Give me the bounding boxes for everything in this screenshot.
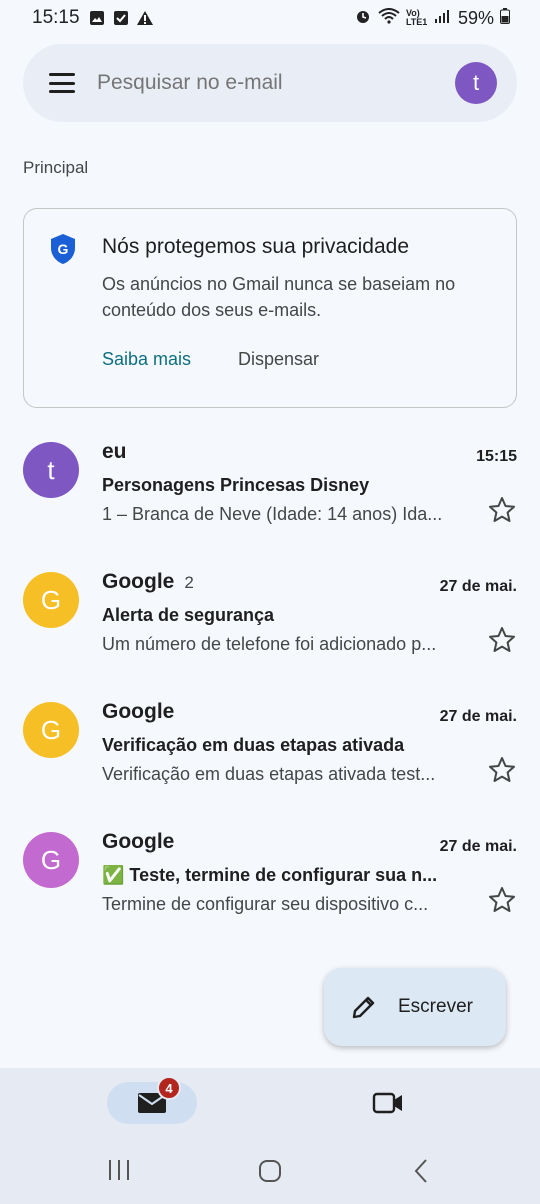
- sender-label: Google: [102, 830, 175, 853]
- search-input[interactable]: [97, 71, 455, 95]
- warning-icon: [136, 9, 154, 27]
- system-nav-bar: [0, 1138, 540, 1204]
- email-row[interactable]: t eu 15:15 Personagens Princesas Disney …: [0, 440, 540, 562]
- sender-name: Google: [102, 830, 184, 854]
- email-subject: Personagens Princesas Disney: [102, 475, 370, 495]
- star-icon[interactable]: [488, 886, 516, 914]
- nav-mail-tab[interactable]: 4: [107, 1076, 197, 1124]
- home-icon[interactable]: [257, 1158, 283, 1184]
- sender-avatar: G: [23, 702, 79, 758]
- sender-avatar: G: [23, 832, 79, 888]
- unread-badge: 4: [157, 1076, 181, 1100]
- email-snippet: 1 – Branca de Neve (Idade: 14 anos) Ida.…: [102, 504, 443, 524]
- sender-name: eu: [102, 440, 137, 464]
- menu-icon[interactable]: [49, 73, 75, 93]
- section-label: Principal: [23, 158, 89, 177]
- privacy-card-description: Os anúncios no Gmail nunca se baseiam no…: [102, 274, 456, 320]
- email-snippet: Verificação em duas etapas ativada test.…: [102, 764, 436, 784]
- email-row[interactable]: G Google 27 de mai. ✅ Teste, termine de …: [0, 830, 540, 952]
- sender-label: Google: [102, 700, 175, 723]
- email-subject: Verificação em duas etapas ativada: [102, 735, 405, 755]
- email-snippet: Um número de telefone foi adicionado p..…: [102, 634, 437, 654]
- sender-name: Google: [102, 700, 184, 724]
- sender-name: Google 2: [102, 570, 194, 594]
- svg-text:G: G: [58, 241, 69, 257]
- video-camera-icon[interactable]: [372, 1088, 404, 1118]
- email-snippet: Termine de configurar seu dispositivo c.…: [102, 894, 429, 914]
- email-subject: ✅ Teste, termine de configurar sua n...: [102, 865, 438, 885]
- star-icon[interactable]: [488, 756, 516, 784]
- sender-avatar: G: [23, 572, 79, 628]
- compose-label: Escrever: [398, 996, 473, 1017]
- email-row[interactable]: G Google 27 de mai. Verificação em duas …: [0, 700, 540, 822]
- bottom-nav: 4: [0, 1068, 540, 1138]
- email-subject: Alerta de segurança: [102, 605, 275, 625]
- thread-count: 2: [184, 573, 194, 592]
- shield-icon: G: [51, 234, 75, 264]
- pencil-icon: [352, 996, 375, 1019]
- status-bar: 15:15 Vo) LTE1 59%: [0, 0, 540, 36]
- email-row[interactable]: G Google 2 27 de mai. Alerta de segurança…: [0, 570, 540, 692]
- email-date: 15:15: [476, 448, 517, 465]
- privacy-card-title: Nós protegemos sua privacidade: [102, 235, 410, 258]
- dismiss-button[interactable]: Dispensar: [238, 349, 319, 370]
- account-avatar[interactable]: t: [455, 62, 497, 104]
- status-time: 15:15: [32, 7, 80, 28]
- wifi-icon: [378, 7, 400, 29]
- network-label: Vo) LTE1: [405, 8, 428, 27]
- alarm-icon: [354, 7, 372, 30]
- recent-apps-icon[interactable]: [106, 1158, 132, 1182]
- sender-avatar: t: [23, 442, 79, 498]
- learn-more-link[interactable]: Saiba mais: [102, 349, 191, 370]
- email-date: 27 de mai.: [439, 838, 517, 855]
- email-date: 27 de mai.: [439, 578, 517, 595]
- check-box-icon: [112, 9, 130, 27]
- star-icon[interactable]: [488, 496, 516, 524]
- email-date: 27 de mai.: [439, 708, 517, 725]
- sender-label: eu: [102, 440, 127, 463]
- sender-label: Google: [102, 570, 175, 593]
- signal-icon: [434, 8, 452, 29]
- battery-level: 59%: [457, 7, 494, 28]
- battery-icon: [500, 7, 510, 29]
- privacy-card: G Nós protegemos sua privacidade Os anún…: [23, 208, 517, 408]
- compose-button[interactable]: Escrever: [324, 968, 506, 1046]
- search-bar[interactable]: t: [23, 44, 517, 122]
- gallery-icon: [88, 9, 106, 27]
- back-icon[interactable]: [410, 1158, 432, 1184]
- star-icon[interactable]: [488, 626, 516, 654]
